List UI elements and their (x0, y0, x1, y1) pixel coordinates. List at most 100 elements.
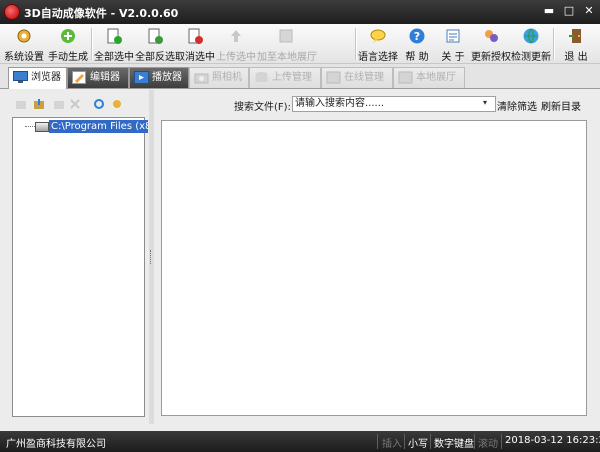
upload-selected-label: 上传选中 (216, 52, 256, 63)
status-divider (430, 434, 431, 449)
about-icon (446, 29, 460, 43)
language-select-label: 语言选择 (358, 52, 398, 63)
panel-splitter[interactable] (149, 90, 154, 424)
refresh-directory-button[interactable]: 刷新目录 (541, 98, 581, 113)
toolbar-separator (553, 28, 555, 60)
monitor-icon (13, 71, 28, 83)
status-divider (501, 434, 502, 449)
local-gallery-icon (398, 71, 413, 84)
cancel-select-label: 取消选中 (175, 52, 215, 63)
system-settings-button[interactable]: 系统设置 (2, 25, 46, 63)
insert-mode-indicator: 插入 (382, 439, 402, 450)
refresh-icon[interactable] (93, 98, 105, 110)
folder-export-icon[interactable] (53, 98, 65, 110)
tab-local-gallery[interactable]: 本地展厅 (393, 67, 465, 88)
tab-editor[interactable]: 编辑器 (67, 67, 129, 88)
language-select-button[interactable]: 语言选择 (357, 25, 399, 63)
add-local-gallery-icon (279, 29, 293, 43)
status-divider (377, 434, 378, 449)
close-button[interactable]: ✕ (580, 3, 598, 19)
invert-select-button[interactable]: 全部反选 (135, 25, 175, 63)
doc-cancel-select-icon (188, 28, 203, 44)
help-icon: ? (409, 28, 425, 44)
folder-settings-icon[interactable] (111, 98, 123, 110)
system-settings-label: 系统设置 (4, 52, 44, 63)
folder-panel: C:\Program Files (x8... (7, 94, 148, 422)
cancel-select-button[interactable]: 取消选中 (175, 25, 215, 63)
window-title: 3D自动成像软件 - V2.0.0.60 (24, 7, 179, 20)
help-button[interactable]: ? 帮 助 (399, 25, 435, 63)
check-update-globe-icon (523, 28, 539, 44)
tab-online-manage[interactable]: 在线管理 (321, 67, 393, 88)
tab-strip: 浏览器 编辑器 播放器 照相机 上传管理 在线管理 本地展厅 (0, 64, 600, 89)
minimize-button[interactable]: ▬ (540, 3, 558, 19)
app-window: 3D自动成像软件 - V2.0.0.60 ▬ □ ✕ 系统设置 手动生成 全部选… (0, 0, 600, 452)
exit-button[interactable]: 退 出 (557, 25, 595, 63)
datetime-display: 2018-03-12 16:23:20 (505, 435, 600, 446)
camera-icon (194, 73, 209, 84)
folder-tree[interactable]: C:\Program Files (x8... (12, 117, 148, 417)
add-local-gallery-label: 加至本地展厅 (257, 52, 317, 63)
invert-select-label: 全部反选 (135, 52, 175, 63)
tab-camera[interactable]: 照相机 (189, 67, 249, 88)
doc-invert-select-icon (148, 28, 163, 44)
add-local-gallery-button[interactable]: 加至本地展厅 (257, 25, 317, 63)
upload-db-icon (255, 72, 268, 82)
scroll-lock-indicator: 滚动 (478, 439, 498, 450)
numlock-indicator: 数字键盘 (434, 439, 474, 450)
select-all-button[interactable]: 全部选中 (93, 25, 135, 63)
exit-label: 退 出 (564, 52, 588, 63)
maximize-button[interactable]: □ (560, 3, 578, 19)
splitter-grip (150, 250, 153, 264)
status-bar: 广州盈商科技有限公司 插入 小写 数字键盘 滚动 2018-03-12 16:2… (0, 431, 600, 452)
manual-generate-label: 手动生成 (48, 52, 88, 63)
tab-local-gallery-label: 本地展厅 (416, 72, 456, 83)
search-input[interactable]: 请输入搜索内容...... (292, 96, 496, 112)
help-label: 帮 助 (405, 52, 429, 63)
search-dropdown-arrow-icon[interactable]: ▾ (483, 96, 493, 110)
update-license-button[interactable]: 更新授权 (471, 25, 511, 63)
tab-player[interactable]: 播放器 (129, 67, 189, 88)
status-divider (474, 434, 475, 449)
exit-door-icon (569, 29, 581, 43)
sparkle-generate-icon (61, 29, 75, 43)
language-bubble-icon (370, 29, 386, 43)
tab-upload-manage[interactable]: 上传管理 (249, 67, 321, 88)
new-folder-icon[interactable] (15, 98, 27, 110)
drive-icon (35, 122, 49, 132)
upload-selected-button[interactable]: 上传选中 (215, 25, 257, 63)
folder-import-icon[interactable] (33, 98, 45, 110)
upload-selected-icon (231, 30, 241, 42)
folder-toolbar (11, 97, 145, 113)
manual-generate-button[interactable]: 手动生成 (46, 25, 90, 63)
tab-upload-manage-label: 上传管理 (272, 72, 312, 83)
tab-browser-label: 浏览器 (31, 72, 61, 83)
update-license-icon (485, 30, 498, 42)
select-all-label: 全部选中 (94, 52, 134, 63)
tab-browser[interactable]: 浏览器 (8, 67, 67, 89)
tree-item-selected[interactable]: C:\Program Files (x8... (49, 120, 148, 133)
edit-pencil-icon (72, 71, 86, 84)
main-toolbar: 系统设置 手动生成 全部选中 全部反选 取消选中 上传选中 加至本地展厅 语言选… (0, 24, 600, 64)
app-logo-icon (4, 4, 20, 20)
status-divider (404, 434, 405, 449)
company-name: 广州盈商科技有限公司 (6, 439, 106, 450)
check-update-button[interactable]: 检测更新 (511, 25, 551, 63)
title-bar: 3D自动成像软件 - V2.0.0.60 ▬ □ ✕ (0, 0, 600, 24)
about-button[interactable]: 关 于 (435, 25, 471, 63)
settings-gear-icon (17, 29, 31, 43)
tab-editor-label: 编辑器 (90, 72, 120, 83)
about-label: 关 于 (441, 52, 465, 63)
file-view-area[interactable] (161, 120, 587, 416)
tab-online-manage-label: 在线管理 (344, 72, 384, 83)
tab-camera-label: 照相机 (212, 72, 242, 83)
tree-connector (25, 126, 35, 128)
caps-indicator: 小写 (408, 439, 428, 450)
delete-folder-icon[interactable] (69, 98, 81, 110)
update-license-label: 更新授权 (471, 52, 511, 63)
doc-select-all-icon (107, 28, 122, 44)
clear-filter-button[interactable]: 清除筛选 (497, 98, 537, 113)
svg-text:?: ? (414, 30, 420, 43)
film-icon (134, 71, 149, 84)
check-update-label: 检测更新 (511, 52, 551, 63)
